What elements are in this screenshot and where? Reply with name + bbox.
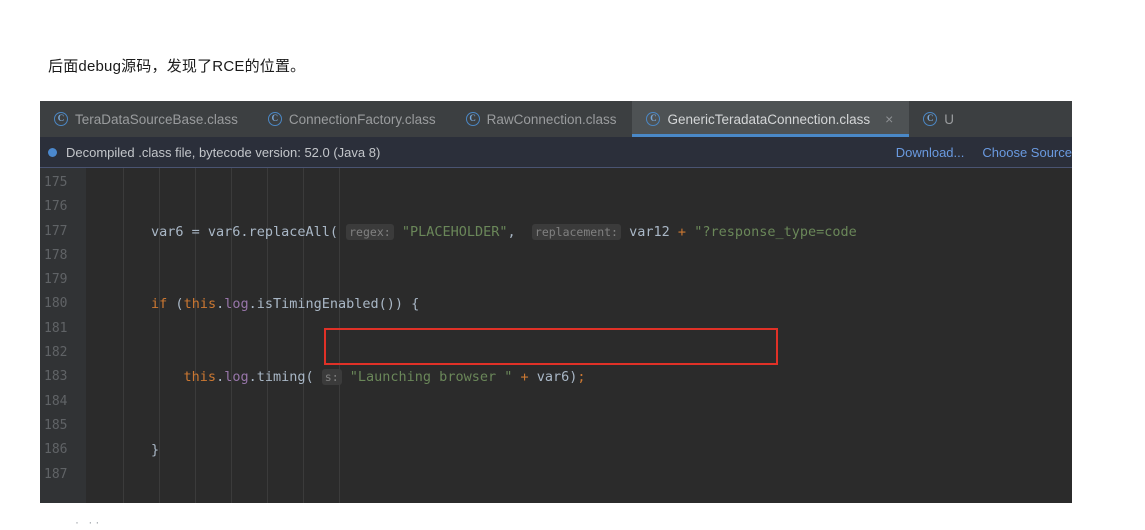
tab-label: RawConnection.class [486,111,617,127]
code-editor[interactable]: 175 176 177 178 179 180 181 182 183 184 … [40,168,1072,503]
line-number: 181 [44,320,68,336]
tab-rawconnection[interactable]: C RawConnection.class [451,101,633,137]
tab-truncated[interactable]: C U [909,101,971,137]
java-class-icon: C [923,112,938,126]
line-number: 179 [44,272,68,288]
close-icon[interactable]: × [885,112,893,126]
decompiled-notification-banner: Decompiled .class file, bytecode version… [40,137,1072,168]
param-hint-s: s: [321,369,342,386]
choose-source-link[interactable]: Choose Source [982,145,1072,160]
tab-label: ConnectionFactory.class [288,111,436,127]
code-line-178: } [86,442,160,459]
code-line-177: this.log.timing( s: "Launching browser "… [183,369,586,386]
param-hint-regex: regex: [346,223,394,240]
line-number: 176 [44,199,68,215]
line-number: 187 [44,466,68,482]
line-number: 184 [44,393,68,409]
tab-teradatasourcebase[interactable]: C TeraDataSourceBase.class [40,101,254,137]
caption-text: 后面debug源码，发现了RCE的位置。 [48,58,306,75]
line-number: 180 [44,296,68,312]
param-hint-replacement: replacement: [531,223,621,240]
java-class-icon: C [54,112,68,126]
java-class-icon: C [267,112,282,126]
line-number: 186 [44,442,68,458]
java-class-icon: C [465,112,480,126]
line-number: 175 [44,175,68,190]
tab-genericteradataconnection[interactable]: C GenericTeradataConnection.class × [632,101,910,137]
line-number: 183 [44,369,68,385]
editor-tab-bar: C TeraDataSourceBase.class C ConnectionF… [40,101,1072,137]
tab-connectionfactory[interactable]: C ConnectionFactory.class [253,101,452,137]
page-footer-marks: · ·· [75,515,103,529]
code-content[interactable]: var6 = var6.replaceAll( regex: "PLACEHOL… [86,168,1072,503]
ide-window: C TeraDataSourceBase.class C ConnectionF… [40,101,1072,503]
page-caption: 后面debug源码，发现了RCE的位置。 [48,57,305,77]
banner-actions: Download... Choose Source [896,137,1072,167]
tab-label: U [944,111,955,127]
code-line-176: if (this.log.isTimingEnabled()) { [151,296,420,313]
tab-label: GenericTeradataConnection.class [667,111,871,127]
line-number: 185 [44,417,68,433]
line-number: 177 [44,223,68,239]
line-number-column: 175 176 177 178 179 180 181 182 183 184 … [40,168,86,487]
tab-label: TeraDataSourceBase.class [75,111,238,127]
banner-message: Decompiled .class file, bytecode version… [66,144,381,160]
code-line-175: var6 = var6.replaceAll( regex: "PLACEHOL… [86,223,857,240]
java-class-icon: C [646,112,661,126]
line-number: 182 [44,345,68,361]
download-link[interactable]: Download... [896,145,965,160]
line-number: 178 [44,247,68,263]
info-icon [48,147,57,157]
